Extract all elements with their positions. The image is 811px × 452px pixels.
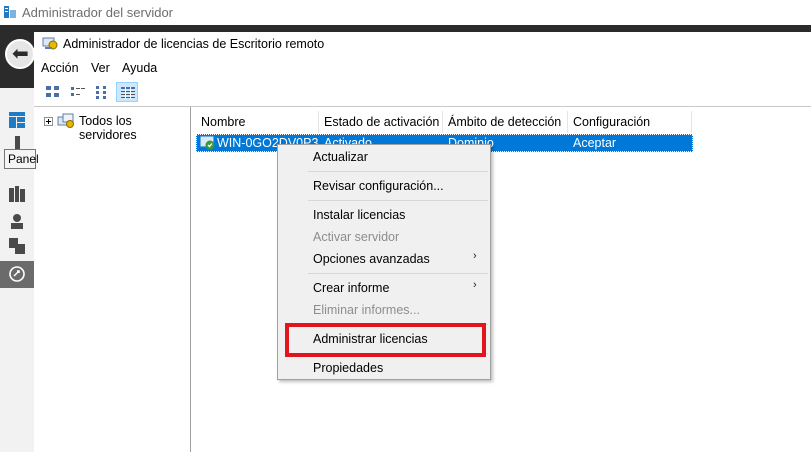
menu-bar: Acción Ver Ayuda [34, 58, 811, 78]
list-icon [96, 86, 106, 99]
details-view-button[interactable] [116, 82, 138, 102]
menu-separator [308, 200, 488, 201]
servers-group-icon [57, 113, 74, 128]
menu-item-crear-informe[interactable]: Crear informe [313, 281, 389, 295]
menu-item-opciones-avanzadas[interactable]: Opciones avanzadas [313, 252, 430, 266]
menu-separator [308, 273, 488, 274]
remote-desktop-icon [9, 266, 25, 282]
list-header: Nombre Estado de activación Ámbito de de… [192, 111, 811, 133]
remote-desktop-services-nav-item[interactable] [0, 261, 34, 288]
column-header-configuracion[interactable]: Configuración [568, 111, 692, 133]
small-icons-view-button[interactable] [67, 82, 89, 102]
large-icons-view-button[interactable] [42, 82, 64, 102]
column-header-nombre[interactable]: Nombre [196, 111, 319, 133]
inner-window-title: Administrador de licencias de Escritorio… [63, 37, 325, 51]
license-manager-icon [42, 37, 58, 50]
menu-item-propiedades[interactable]: Propiedades [313, 361, 383, 375]
menu-item-instalar-licencias[interactable]: Instalar licencias [313, 208, 405, 222]
menu-ayuda[interactable]: Ayuda [122, 61, 157, 75]
column-header-ambito[interactable]: Ámbito de detección [443, 111, 568, 133]
menu-item-activar-servidor: Activar servidor [313, 230, 400, 244]
inner-window-top-edge [34, 25, 811, 32]
submenu-arrow-icon: › [473, 250, 477, 262]
small-icons-icon [71, 87, 85, 96]
column-header-estado[interactable]: Estado de activación [319, 111, 443, 133]
highlight-box [285, 323, 486, 357]
tree-pane: Todos los servidores [36, 107, 191, 452]
file-services-icon[interactable] [9, 238, 25, 254]
server-manager-sidebar [0, 88, 35, 452]
ad-ds-icon[interactable] [9, 213, 25, 229]
cell-configuracion: Aceptar [573, 136, 617, 150]
menu-accion[interactable]: Acción [41, 61, 79, 75]
all-servers-icon[interactable] [9, 186, 25, 202]
tooltip: Panel [4, 149, 39, 169]
menu-item-actualizar[interactable]: Actualizar [313, 150, 368, 164]
tree-item-all-servers[interactable]: Todos los servidores [79, 114, 190, 142]
server-manager-nav-header: ⬅ [0, 25, 35, 88]
toolbar [34, 78, 811, 107]
tree-expand-icon[interactable] [44, 117, 53, 126]
menu-separator [308, 171, 488, 172]
list-view-button[interactable] [92, 82, 114, 102]
outer-window-titlebar: Administrador del servidor [0, 0, 811, 25]
server-activated-icon [200, 136, 215, 150]
large-icons-icon [46, 86, 59, 97]
details-icon [121, 87, 135, 99]
menu-item-eliminar-informes: Eliminar informes... [313, 303, 420, 317]
dashboard-icon[interactable] [9, 112, 25, 128]
back-button[interactable]: ⬅ [5, 39, 35, 69]
outer-window-title: Administrador del servidor [22, 5, 174, 20]
back-arrow-icon: ⬅ [12, 43, 29, 65]
menu-item-revisar-configuracion[interactable]: Revisar configuración... [313, 179, 444, 193]
menu-ver[interactable]: Ver [91, 61, 110, 75]
submenu-arrow-icon: › [473, 279, 477, 291]
server-manager-icon [4, 6, 16, 18]
